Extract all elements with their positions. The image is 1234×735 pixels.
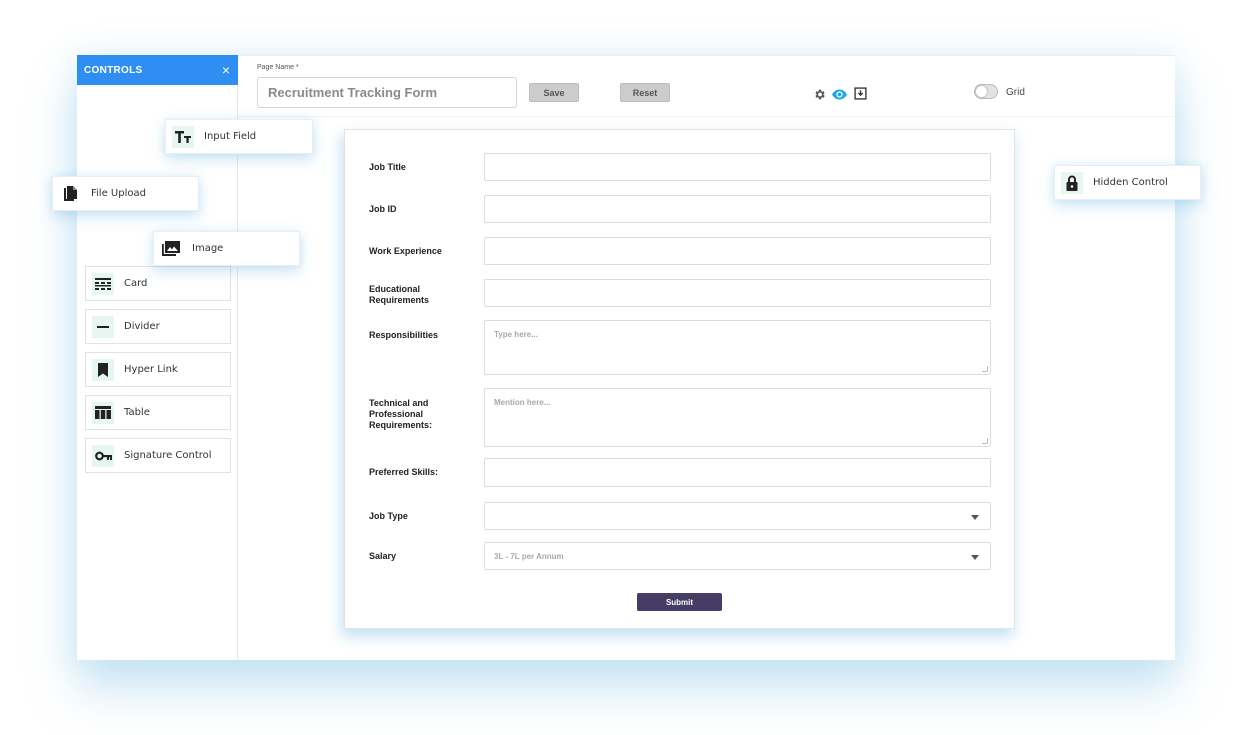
field-label-work-experience: Work Experience <box>369 246 442 256</box>
image-icon <box>160 237 182 260</box>
submit-button[interactable]: Submit <box>637 593 722 611</box>
eye-icon[interactable] <box>831 87 847 101</box>
download-icon[interactable] <box>853 86 867 101</box>
resize-handle[interactable] <box>982 438 988 444</box>
preferred-skills-input[interactable] <box>484 458 991 487</box>
page-name-label: Page Name * <box>257 64 299 71</box>
control-item-label: File Upload <box>91 188 146 199</box>
chevron-down-icon <box>971 555 979 560</box>
field-label-job-title: Job Title <box>369 162 406 172</box>
control-item-label: Hidden Control <box>1093 177 1168 188</box>
job-type-select[interactable] <box>484 502 991 530</box>
responsibilities-textarea[interactable]: Type here... <box>484 320 991 375</box>
table-icon <box>92 401 114 424</box>
job-title-input[interactable] <box>484 153 991 181</box>
salary-select[interactable]: 3L - 7L per Annum <box>484 542 991 570</box>
control-item-divider[interactable]: Divider <box>85 309 231 344</box>
control-item-label: Input Field <box>204 131 257 142</box>
field-label-salary: Salary <box>369 551 397 561</box>
resize-handle[interactable] <box>982 366 988 372</box>
file-copy-icon <box>59 182 81 205</box>
control-item-label: Table <box>124 407 150 418</box>
job-id-input[interactable] <box>484 195 991 223</box>
lock-icon <box>1061 171 1083 194</box>
field-label-job-type: Job Type <box>369 511 408 521</box>
divider-icon <box>92 315 114 338</box>
controls-panel-header: CONTROLS × <box>77 55 238 85</box>
close-icon[interactable]: × <box>222 63 230 77</box>
text-format-icon <box>172 125 194 148</box>
field-label-educational-requirements: Educational Requirements <box>369 284 430 305</box>
control-item-table[interactable]: Table <box>85 395 231 430</box>
controls-panel-title: CONTROLS <box>84 64 143 76</box>
field-label-preferred-skills: Preferred Skills: <box>369 467 439 477</box>
responsibilities-placeholder: Type here... <box>494 330 538 339</box>
control-item-hyper-link[interactable]: Hyper Link <box>85 352 231 387</box>
control-item-file-upload[interactable]: File Upload <box>52 176 199 211</box>
grid-toggle[interactable] <box>974 84 998 99</box>
control-item-signature-control[interactable]: Signature Control <box>85 438 231 473</box>
control-item-label: Signature Control <box>124 450 212 461</box>
control-item-label: Hyper Link <box>124 364 178 375</box>
key-icon <box>92 444 114 467</box>
grid-label: Grid <box>1006 87 1025 98</box>
stage: CONTROLS × Page Name * Save Reset Grid J… <box>0 0 1234 735</box>
educational-requirements-input[interactable] <box>484 279 991 307</box>
reset-button[interactable]: Reset <box>620 83 670 102</box>
bookmark-icon <box>92 358 114 381</box>
field-label-job-id: Job ID <box>369 204 397 214</box>
control-item-label: Image <box>192 243 224 254</box>
control-item-hidden-control[interactable]: Hidden Control <box>1054 165 1201 200</box>
grid-toggle-knob <box>976 86 987 97</box>
control-item-input-field[interactable]: Input Field <box>165 119 313 154</box>
technical-requirements-placeholder: Mention here... <box>494 398 551 407</box>
gear-icon[interactable] <box>812 87 826 101</box>
technical-requirements-textarea[interactable]: Mention here... <box>484 388 991 447</box>
control-item-label: Card <box>124 278 148 289</box>
field-label-responsibilities: Responsibilities <box>369 330 439 340</box>
work-experience-input[interactable] <box>484 237 991 265</box>
page-name-input[interactable] <box>257 77 517 108</box>
chevron-down-icon <box>971 515 979 520</box>
save-button[interactable]: Save <box>529 83 579 102</box>
control-item-card[interactable]: Card <box>85 266 231 301</box>
control-item-label: Divider <box>124 321 160 332</box>
field-label-technical-requirements: Technical and Professional Requirements: <box>369 398 433 430</box>
salary-selected-value: 3L - 7L per Annum <box>494 552 564 561</box>
control-item-image[interactable]: Image <box>153 231 300 266</box>
card-icon <box>92 272 114 295</box>
